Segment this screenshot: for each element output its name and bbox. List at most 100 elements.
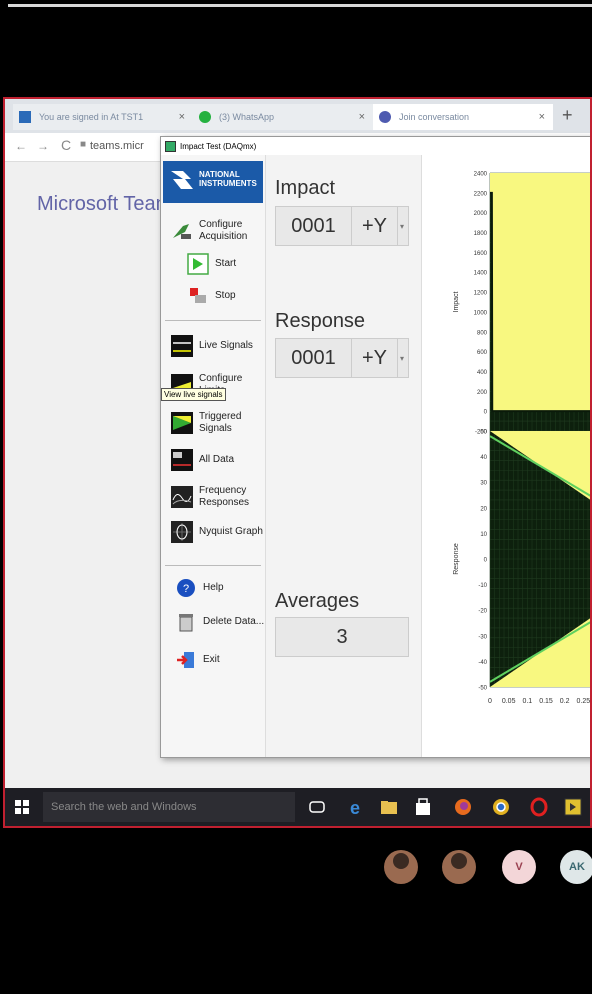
averages-value[interactable]: 3 <box>275 617 409 657</box>
y-tick-label: 200 <box>477 390 488 396</box>
y-axis-label: Response <box>453 543 460 575</box>
window-title-bar: Impact Test (DAQmx) <box>161 137 590 156</box>
x-tick-label: 0 <box>488 698 492 705</box>
chart-panel: 2400 2200 2000 1800 1600 1400 1200 1000 800 600 40… <box>422 155 590 757</box>
response-channel-control[interactable]: 0001 +Y ▾ <box>275 338 409 378</box>
avatar[interactable] <box>384 850 418 884</box>
eagle-icon <box>171 171 193 189</box>
store-icon[interactable] <box>413 797 433 817</box>
sidebar-item-configure-acquisition[interactable]: Configure Acquisition <box>171 219 265 243</box>
close-icon[interactable]: × <box>179 111 185 123</box>
sidebar-item-label: Triggered Signals <box>199 411 242 434</box>
stop-icon <box>190 288 206 303</box>
y-tick-label: 0 <box>484 410 488 416</box>
sidebar-item-help[interactable]: ? Help <box>175 577 224 599</box>
impact-channel-value[interactable]: 0001 <box>276 207 352 245</box>
tooltip: View live signals <box>161 388 226 401</box>
y-tick-label: 1400 <box>474 271 488 277</box>
y-tick-label: -40 <box>478 660 487 666</box>
impact-test-window: Impact Test (DAQmx) NATIONAL INSTRUMENTS… <box>160 136 590 758</box>
divider <box>165 565 261 566</box>
y-tick-label: 0 <box>484 558 488 564</box>
nyquist-icon <box>171 521 193 543</box>
sidebar-item-label: All Data <box>199 454 235 465</box>
reload-icon[interactable]: C <box>61 137 71 153</box>
tab-label: You are signed in At TST1 <box>39 112 144 122</box>
y-tick-label: 50 <box>480 430 487 436</box>
sidebar-item-delete-data[interactable]: Delete Data... <box>175 611 264 633</box>
y-tick-label: -20 <box>478 609 487 615</box>
window-title: Impact Test (DAQmx) <box>180 141 257 151</box>
response-chart: 50 40 30 20 10 0 -10 -20 -30 -40 -50 Response 0 0.05 0… <box>453 430 590 705</box>
taskbar-search[interactable]: Search the web and Windows <box>43 792 295 822</box>
shared-screen: You are signed in At TST1 × (3) WhatsApp… <box>3 97 592 828</box>
y-tick-label: 2200 <box>474 191 488 197</box>
task-view-icon[interactable] <box>307 797 327 817</box>
sidebar-item-exit[interactable]: Exit <box>175 649 220 671</box>
url-field[interactable]: teams.micr <box>90 140 144 152</box>
edge-icon[interactable]: e <box>345 797 365 817</box>
file-explorer-icon[interactable] <box>379 797 399 817</box>
response-channel-value[interactable]: 0001 <box>276 339 352 377</box>
y-tick-label: 1600 <box>474 251 488 257</box>
browser-tab-3[interactable]: Join conversation × <box>373 104 553 130</box>
logo-line-2: INSTRUMENTS <box>199 179 257 188</box>
sidebar-item-label: Stop <box>215 290 236 301</box>
y-tick-label: 2000 <box>474 211 488 217</box>
y-tick-label: 600 <box>477 350 488 356</box>
y-tick-label: -10 <box>478 583 487 589</box>
logo-line-1: NATIONAL <box>199 170 240 179</box>
start-icon <box>187 253 209 275</box>
sidebar-item-triggered-signals[interactable]: Triggered Signals <box>171 411 265 435</box>
impact-direction-value[interactable]: +Y <box>352 207 398 245</box>
impact-series-area <box>490 173 590 412</box>
svg-text:e: e <box>350 798 360 817</box>
sidebar-item-label: Delete Data... <box>203 616 265 627</box>
browser-tab-2[interactable]: (3) WhatsApp × <box>193 104 373 130</box>
x-tick-label: 0.1 <box>522 698 532 705</box>
sidebar-item-nyquist-graph[interactable]: Nyquist Graph <box>171 521 263 543</box>
live-signals-icon <box>171 335 193 357</box>
top-border-line <box>8 4 592 7</box>
avatar[interactable] <box>442 850 476 884</box>
sidebar-item-start[interactable]: Start <box>187 253 236 275</box>
sidebar-item-stop[interactable]: Stop <box>187 285 236 307</box>
settings-panel: Impact 0001 +Y ▾ Response 0001 +Y ▾ Aver… <box>266 155 422 757</box>
avatar[interactable]: AK <box>560 850 592 884</box>
ni-logo: NATIONAL INSTRUMENTS <box>163 161 263 203</box>
y-tick-label: 800 <box>477 330 488 336</box>
frequency-icon <box>171 486 193 508</box>
trash-icon <box>179 614 193 632</box>
y-tick-label: 1200 <box>474 291 488 297</box>
sidebar-item-frequency-responses[interactable]: Frequency Responses <box>171 485 265 509</box>
y-tick-label: -30 <box>478 634 487 640</box>
chrome-icon[interactable] <box>491 797 511 817</box>
firefox-icon[interactable] <box>453 797 473 817</box>
back-icon[interactable]: ← <box>15 139 27 153</box>
response-direction-value[interactable]: +Y <box>352 339 398 377</box>
y-axis-label: Impact <box>453 291 460 312</box>
y-tick-label: 1000 <box>474 310 488 316</box>
forward-icon[interactable]: → <box>37 139 49 153</box>
sidebar-item-all-data[interactable]: All Data <box>171 449 234 471</box>
impact-channel-control[interactable]: 0001 +Y ▾ <box>275 206 409 246</box>
taskbar: Search the web and Windows e <box>5 788 590 826</box>
windows-start-icon[interactable] <box>15 800 29 814</box>
y-tick-label: -50 <box>478 686 487 692</box>
y-tick-label: 40 <box>480 455 487 461</box>
triggered-signals-icon <box>171 412 193 434</box>
new-tab-icon[interactable]: + <box>562 105 573 126</box>
sidebar-item-live-signals[interactable]: Live Signals <box>171 335 253 357</box>
close-icon[interactable]: × <box>359 111 365 123</box>
chevron-down-icon[interactable]: ▾ <box>396 207 408 245</box>
sidebar-item-label: Start <box>215 258 237 269</box>
labview-icon[interactable] <box>563 797 583 817</box>
whatsapp-favicon-icon <box>199 111 211 123</box>
avatar[interactable]: V <box>502 850 536 884</box>
browser-tab-1[interactable]: You are signed in At TST1 × <box>13 104 193 130</box>
close-icon[interactable]: × <box>539 111 545 123</box>
x-tick-label: 0.15 <box>539 698 553 705</box>
chevron-down-icon[interactable]: ▾ <box>396 339 408 377</box>
sidebar-item-label: Exit <box>203 654 220 665</box>
opera-icon[interactable] <box>529 797 549 817</box>
